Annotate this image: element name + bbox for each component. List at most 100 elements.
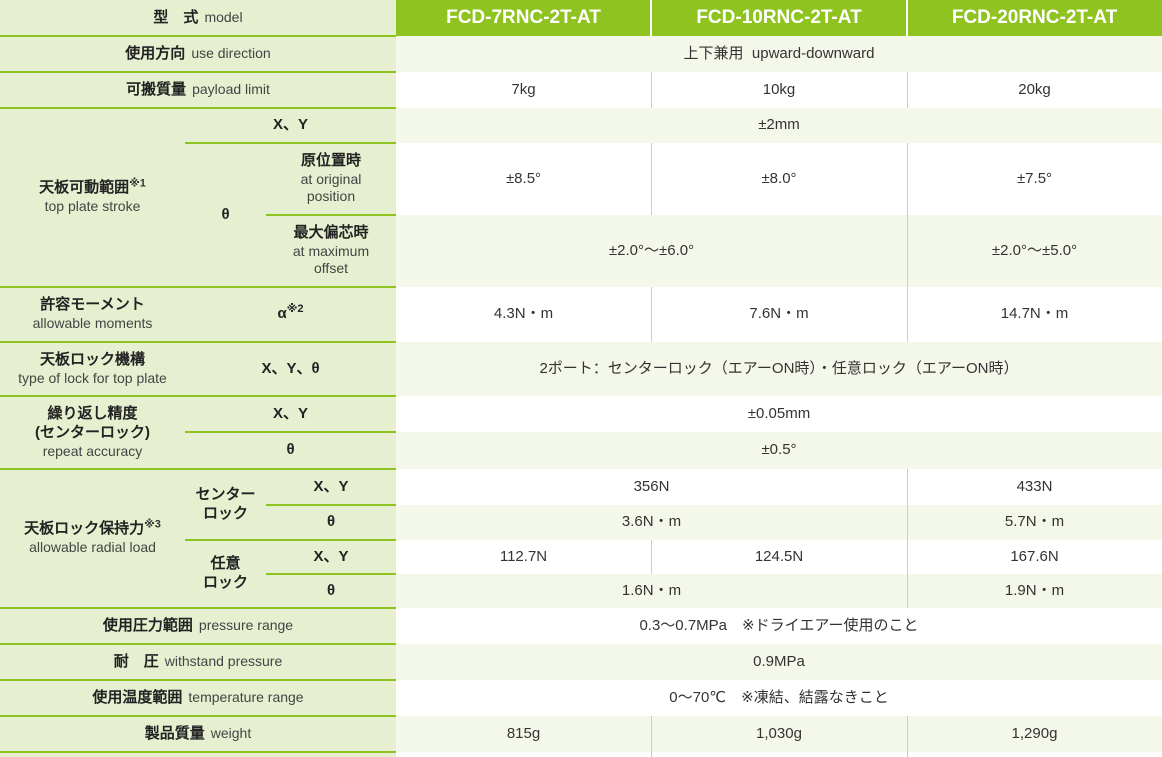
weight-label: 製品質量 weight	[0, 716, 396, 752]
withstand-label: 耐 圧 withstand pressure	[0, 644, 396, 680]
moment-value-2: 7.6N・m	[651, 287, 907, 342]
center-xy-value-1: 356N	[396, 469, 907, 505]
row-divider	[0, 107, 396, 109]
original-label-en: at original	[300, 170, 362, 187]
withstand-value: 0.9MPa	[396, 644, 1162, 680]
use-direction-label-en: use direction	[191, 45, 271, 62]
use-direction-value: 上下兼用 upward-downward	[396, 36, 1162, 72]
pressure-label: 使用圧力範囲 pressure range	[0, 608, 396, 644]
column-divider	[651, 716, 652, 757]
row-divider	[185, 142, 396, 144]
row-divider	[0, 607, 396, 609]
center-lock-label: センター ロック	[185, 469, 266, 540]
repeat-xy-label: X、Y	[185, 396, 396, 432]
stroke-label-en: top plate stroke	[44, 198, 141, 215]
stroke-original-value-2: ±8.0°	[651, 143, 907, 215]
column-divider	[907, 469, 908, 608]
payload-label-jp: 可搬質量	[126, 80, 187, 98]
moment-value-3: 14.7N・m	[907, 287, 1162, 342]
repeat-label-jp-sub: (センターロック)	[35, 423, 150, 441]
max-offset-label-en: offset	[314, 260, 348, 277]
temperature-label-jp: 使用温度範囲	[92, 688, 183, 706]
header-model-3: FCD-20RNC-2T-AT	[907, 0, 1162, 36]
repeat-label: 繰り返し精度 (センターロック) repeat accuracy	[0, 396, 185, 469]
header-model-1: FCD-7RNC-2T-AT	[396, 0, 651, 36]
weight-value-3: 1,290g	[907, 716, 1162, 752]
row-divider	[0, 679, 396, 681]
moment-note: ※2	[286, 303, 304, 316]
lock-type-value: 2ポート：センターロック（エアーON時）・任意ロック（エアーON時）	[396, 342, 1162, 396]
pressure-label-jp: 使用圧力範囲	[102, 616, 193, 634]
stroke-original-label: 原位置時 at original position	[266, 143, 396, 215]
row-divider	[185, 539, 396, 541]
weight-value-2: 1,030g	[651, 716, 907, 752]
row-divider	[0, 715, 396, 717]
stroke-max-offset-label: 最大偏芯時 at maximum offset	[266, 215, 396, 287]
center-xy-label: X、Y	[266, 469, 396, 505]
lock-type-sub-label: X、Y、θ	[185, 342, 396, 396]
weight-label-en: weight	[210, 725, 252, 742]
payload-label: 可搬質量 payload limit	[0, 72, 396, 108]
model-label-en: model	[204, 9, 243, 26]
center-theta-value-1: 3.6N・m	[396, 505, 907, 540]
stroke-label: 天板可動範囲※1 top plate stroke	[0, 108, 185, 287]
stroke-theta-label: θ	[185, 143, 266, 287]
repeat-label-jp: 繰り返し精度	[47, 405, 138, 422]
withstand-label-jp: 耐 圧	[113, 652, 159, 670]
column-divider	[907, 287, 908, 342]
center-lock-label-line: センター	[195, 485, 256, 503]
pressure-label-en: pressure range	[198, 617, 294, 634]
header-model-label: 型 式 model	[0, 0, 396, 36]
original-label-en: position	[306, 188, 356, 205]
moment-sub-label: α※2	[185, 287, 396, 342]
repeat-xy-value: ±0.05mm	[396, 396, 1162, 432]
any-lock-label-line: 任意	[210, 555, 241, 573]
header-model-2: FCD-10RNC-2T-AT	[651, 0, 907, 36]
model-label-jp: 型 式	[153, 8, 199, 26]
any-xy-value-3: 167.6N	[907, 540, 1162, 574]
row-divider	[266, 504, 396, 506]
row-divider	[0, 643, 396, 645]
max-offset-label-jp: 最大偏芯時	[293, 224, 369, 242]
temperature-label: 使用温度範囲 temperature range	[0, 680, 396, 716]
stroke-max-offset-value-1: ±2.0°～±6.0°	[396, 215, 907, 287]
center-lock-label-line: ロック	[202, 504, 248, 522]
weight-value-1: 815g	[396, 716, 651, 752]
any-lock-label: 任意 ロック	[185, 540, 266, 608]
lock-type-label-en: type of lock for top plate	[18, 369, 167, 386]
use-direction-label-jp: 使用方向	[125, 44, 186, 62]
repeat-theta-value: ±0.5°	[396, 432, 1162, 469]
header-separator	[650, 0, 652, 36]
stroke-label-jp: 天板可動範囲	[39, 179, 130, 197]
row-divider	[185, 431, 396, 433]
stroke-original-value-1: ±8.5°	[396, 143, 651, 215]
moment-label-jp: 許容モーメント	[40, 296, 145, 314]
holding-label: 天板ロック保持力※3 allowable radial load	[0, 469, 185, 608]
any-theta-label: θ	[266, 574, 396, 608]
center-xy-value-2: 433N	[907, 469, 1162, 505]
max-offset-label-en: at maximum	[292, 242, 370, 259]
row-divider	[0, 71, 396, 73]
center-theta-value-2: 5.7N・m	[907, 505, 1162, 540]
any-xy-label: X、Y	[266, 540, 396, 574]
row-divider	[0, 468, 396, 470]
column-divider	[651, 143, 652, 215]
stroke-original-value-3: ±7.5°	[907, 143, 1162, 215]
center-theta-label: θ	[266, 505, 396, 540]
repeat-theta-label: θ	[185, 432, 396, 469]
any-lock-label-line: ロック	[202, 574, 248, 591]
temperature-label-en: temperature range	[188, 689, 304, 706]
weight-label-jp: 製品質量	[144, 724, 205, 742]
payload-value-3: 20kg	[907, 72, 1162, 108]
any-theta-value-2: 1.9N・m	[907, 574, 1162, 608]
holding-label-jp: 天板ロック保持力	[24, 520, 145, 538]
column-divider	[907, 72, 908, 108]
row-divider	[0, 395, 396, 397]
repeat-label-en: repeat accuracy	[42, 442, 143, 459]
any-theta-value-1: 1.6N・m	[396, 574, 907, 608]
row-divider	[0, 751, 396, 753]
pressure-value: 0.3～0.7MPa ※ドライエアー使用のこと	[396, 608, 1162, 644]
column-divider	[651, 72, 652, 108]
column-divider	[651, 540, 652, 574]
row-divider	[0, 341, 396, 343]
